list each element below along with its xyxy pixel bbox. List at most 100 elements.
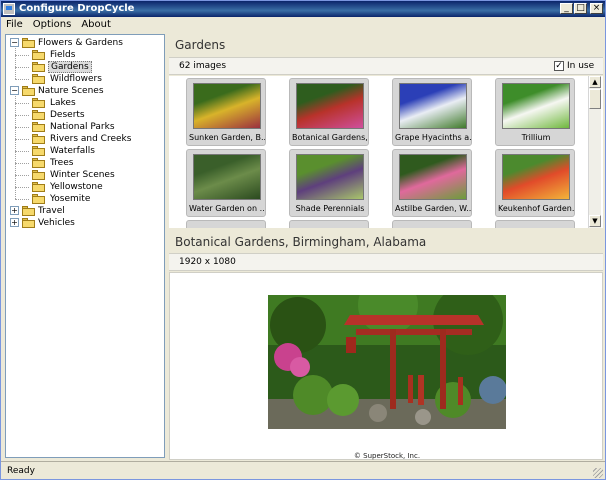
thumbnail-card[interactable] (186, 220, 266, 228)
menu-options[interactable]: Options (28, 17, 77, 33)
thumbnail-card[interactable]: Shade Perennials (289, 149, 369, 217)
thumbnail-caption: Trillium (521, 133, 551, 142)
folder-icon (32, 110, 45, 120)
thumbnail-caption: Keukenhof Garden... (498, 204, 574, 213)
gallery-header: 62 images ✓ In use (169, 57, 603, 75)
folder-icon (32, 122, 45, 132)
close-button[interactable]: × (590, 3, 603, 14)
folder-icon (22, 38, 35, 48)
thumbnail-image (193, 154, 261, 200)
expand-toggle[interactable]: + (10, 206, 19, 215)
tree-node-label: Rivers and Creeks (50, 134, 132, 144)
detail-title: Botanical Gardens, Birmingham, Alabama (175, 235, 427, 249)
thumbnail-grid: Keukenhof Garden... Astilbe Garden, W... S… (169, 76, 603, 228)
thumbnail-caption: Shade Perennials (295, 204, 365, 213)
preview-image (268, 295, 506, 429)
tree-node[interactable]: Yosemite (6, 193, 164, 205)
tree-node-label: Wildflowers (50, 74, 102, 84)
folder-icon (32, 98, 45, 108)
status-bar: Ready (1, 461, 605, 479)
thumbnail-card[interactable] (495, 220, 575, 228)
in-use-checkbox[interactable]: ✓ (554, 61, 564, 71)
tree-node-label: National Parks (50, 122, 115, 132)
scroll-thumb[interactable] (589, 89, 601, 109)
tree-node[interactable]: Deserts (6, 109, 164, 121)
minimize-button[interactable]: _ (560, 3, 573, 14)
maximize-button[interactable]: □ (574, 3, 587, 14)
tree-node-label: Yosemite (50, 194, 91, 204)
title-bar[interactable]: Configure DropCycle _ □ × (1, 1, 605, 17)
folder-icon (22, 218, 35, 228)
tree-connector (15, 48, 16, 79)
detail-header: 1920 x 1080 (169, 253, 603, 271)
resize-grip[interactable] (593, 468, 603, 478)
folder-icon (32, 62, 45, 72)
folder-icon (32, 146, 45, 156)
thumbnail-card[interactable] (289, 220, 369, 228)
preview-pane: © SuperStock, Inc. (169, 272, 603, 460)
tree-node[interactable]: National Parks (6, 121, 164, 133)
thumbnail-caption: Sunken Garden, B... (189, 133, 265, 142)
tree-node[interactable]: Wildflowers (6, 73, 164, 85)
app-window: Configure DropCycle _ □ × File Options A… (0, 0, 606, 480)
folder-icon (32, 170, 45, 180)
expand-toggle[interactable]: + (10, 218, 19, 227)
thumbnail-card[interactable]: Water Garden on ... (186, 149, 266, 217)
tree-node-label: Trees (50, 158, 74, 168)
copyright-text: © SuperStock, Inc. (353, 452, 421, 460)
tree-node[interactable]: Waterfalls (6, 145, 164, 157)
folder-icon (32, 158, 45, 168)
thumbnail-card[interactable]: Astilbe Garden, W... (392, 149, 472, 217)
gallery-title: Gardens (175, 38, 226, 52)
menu-file[interactable]: File (1, 17, 28, 33)
tree-node-label: Yellowstone (50, 182, 103, 192)
thumbnail-caption: Botanical Gardens,... (292, 133, 368, 142)
image-count: 62 images (179, 61, 227, 71)
menu-bar: File Options About (1, 17, 605, 33)
tree-node[interactable]: Fields (6, 49, 164, 61)
scroll-down-button[interactable]: ▼ (589, 215, 601, 227)
tree-node-label: Vehicles (38, 218, 75, 228)
folder-icon (32, 50, 45, 60)
tree-node[interactable]: Yellowstone (6, 181, 164, 193)
scroll-up-button[interactable]: ▲ (589, 76, 601, 88)
tree-node[interactable]: Winter Scenes (6, 169, 164, 181)
tree-node[interactable]: + Vehicles (6, 217, 164, 229)
thumbnail-card[interactable]: Botanical Gardens,... (289, 78, 369, 146)
app-icon (3, 3, 15, 15)
thumbnail-image (399, 154, 467, 200)
expand-toggle[interactable]: − (10, 86, 19, 95)
tree-node[interactable]: Gardens (6, 61, 164, 73)
thumbnail-image (296, 83, 364, 129)
tree-node[interactable]: + Travel (6, 205, 164, 217)
folder-icon (32, 194, 45, 204)
gallery-scrollbar[interactable]: ▲ ▼ (588, 76, 601, 228)
tree-node[interactable]: − Nature Scenes (6, 85, 164, 97)
thumbnail-caption: Astilbe Garden, W... (395, 204, 471, 213)
thumbnail-card[interactable] (392, 220, 472, 228)
thumbnail-card[interactable]: Grape Hyacinths a... (392, 78, 472, 146)
tree-node-label: Winter Scenes (50, 170, 115, 180)
tree-node-label: Lakes (50, 98, 76, 108)
folder-icon (32, 134, 45, 144)
thumbnail-card[interactable]: Keukenhof Garden... (495, 149, 575, 217)
tree-node[interactable]: Rivers and Creeks (6, 133, 164, 145)
thumbnail-caption: Water Garden on ... (189, 204, 265, 213)
thumbnail-image (193, 83, 261, 129)
tree-node[interactable]: Lakes (6, 97, 164, 109)
thumbnail-card[interactable]: Trillium (495, 78, 575, 146)
thumbnail-caption: Grape Hyacinths a... (395, 133, 471, 142)
expand-toggle[interactable]: − (10, 38, 19, 47)
tree-node-label: Flowers & Gardens (38, 38, 123, 48)
thumbnail-image (502, 154, 570, 200)
thumbnail-card[interactable]: Sunken Garden, B... (186, 78, 266, 146)
category-tree[interactable]: − Flowers & Gardens Fields Gardens Wildflowe… (5, 34, 165, 458)
menu-about[interactable]: About (76, 17, 116, 33)
tree-connector (15, 96, 16, 199)
status-text: Ready (7, 466, 35, 476)
tree-node[interactable]: Trees (6, 157, 164, 169)
tree-node-label: Gardens (48, 61, 92, 73)
tree-node[interactable]: − Flowers & Gardens (6, 37, 164, 49)
tree-node-label: Nature Scenes (38, 86, 104, 96)
tree-node-label: Fields (50, 50, 76, 60)
